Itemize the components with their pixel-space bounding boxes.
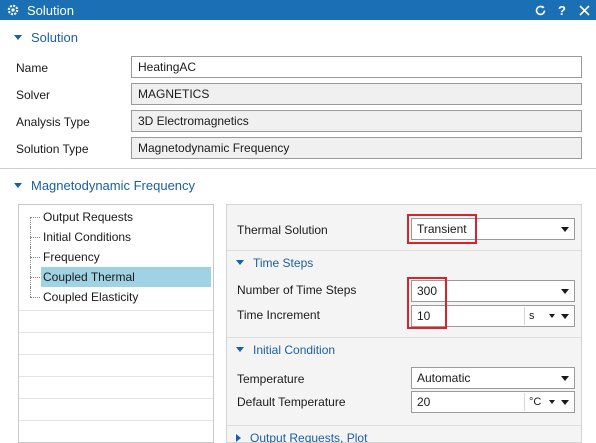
analysis-type-value: 3D Electromagnetics (138, 114, 249, 128)
initial-condition-header[interactable]: Initial Condition (227, 337, 581, 361)
chevron-down-icon (561, 227, 569, 232)
chevron-down-icon (236, 260, 244, 265)
thermal-solution-label: Thermal Solution (237, 223, 328, 237)
tree-item-label: Initial Conditions (43, 230, 132, 244)
reset-icon[interactable] (532, 2, 548, 18)
chevron-down-icon (236, 347, 244, 352)
chevron-down-icon (14, 34, 22, 40)
num-time-steps-label: Number of Time Steps (237, 283, 357, 297)
tree-item-label: Output Requests (43, 210, 134, 224)
time-steps-header[interactable]: Time Steps (227, 250, 581, 274)
tree-item-output-requests[interactable]: Output Requests (19, 207, 213, 227)
default-temperature-unit: °C (529, 396, 542, 408)
coupled-thermal-panel: Thermal Solution Transient Time Steps Nu… (226, 204, 582, 443)
section-divider (0, 168, 596, 169)
time-increment-unit: s (529, 310, 535, 322)
solution-type-field: Magnetodynamic Frequency (131, 137, 582, 159)
solution-tree: Output Requests Initial Conditions Frequ… (18, 204, 214, 443)
chevron-down-icon (561, 400, 569, 405)
time-steps-title: Time Steps (253, 255, 314, 270)
close-icon[interactable] (576, 2, 592, 18)
magneto-section-header[interactable]: Magnetodynamic Frequency (0, 172, 596, 198)
highlight-box (407, 277, 447, 329)
default-temperature-label: Default Temperature (237, 395, 346, 409)
solution-section-title: Solution (31, 29, 78, 45)
temperature-select[interactable]: Automatic (411, 367, 575, 389)
time-increment-label: Time Increment (237, 308, 320, 322)
chevron-down-icon (561, 376, 569, 381)
window-title: Solution (27, 2, 74, 18)
solver-field: MAGNETICS (131, 83, 582, 105)
tree-item-label: Frequency (43, 250, 100, 264)
output-requests-plot-title: Output Requests, Plot (250, 430, 368, 443)
time-increment-unit-select[interactable]: s (524, 307, 558, 325)
tree-item-frequency[interactable]: Frequency (19, 247, 213, 267)
highlight-box (407, 214, 477, 244)
chevron-down-icon (561, 314, 569, 319)
temperature-value: Automatic (417, 371, 471, 385)
tree-item-label: Coupled Thermal (41, 267, 211, 287)
analysis-type-label: Analysis Type (16, 115, 90, 129)
tree-item-coupled-thermal[interactable]: Coupled Thermal (19, 267, 213, 287)
default-temperature-unit-select[interactable]: °C (524, 393, 558, 411)
solver-label: Solver (16, 88, 51, 102)
name-field[interactable]: HeatingAC (131, 56, 582, 78)
output-requests-plot-header[interactable]: Output Requests, Plot (227, 425, 581, 443)
chevron-down-icon (561, 289, 569, 294)
analysis-type-field: 3D Electromagnetics (131, 110, 582, 132)
chevron-down-icon (14, 182, 22, 188)
default-temperature-value: 20 (417, 395, 431, 409)
help-icon[interactable]: ? (554, 2, 570, 18)
chevron-right-icon (236, 433, 241, 442)
chevron-down-icon (549, 314, 555, 318)
tree-item-initial-conditions[interactable]: Initial Conditions (19, 227, 213, 247)
title-bar: Solution ? (0, 0, 596, 20)
chevron-down-icon (549, 400, 555, 404)
solution-type-label: Solution Type (16, 142, 89, 156)
tree-item-coupled-elasticity[interactable]: Coupled Elasticity (19, 287, 213, 307)
solution-section-header[interactable]: Solution (0, 24, 596, 50)
name-value: HeatingAC (138, 60, 197, 74)
magneto-section-title: Magnetodynamic Frequency (31, 177, 196, 193)
solver-value: MAGNETICS (138, 87, 210, 101)
solution-type-value: Magnetodynamic Frequency (138, 141, 290, 155)
default-temperature-input[interactable]: 20 °C (411, 391, 575, 413)
temperature-label: Temperature (237, 372, 305, 386)
name-label: Name (16, 61, 49, 75)
tree-item-label: Coupled Elasticity (43, 290, 139, 304)
initial-condition-title: Initial Condition (253, 342, 336, 357)
gear-icon (6, 3, 20, 17)
